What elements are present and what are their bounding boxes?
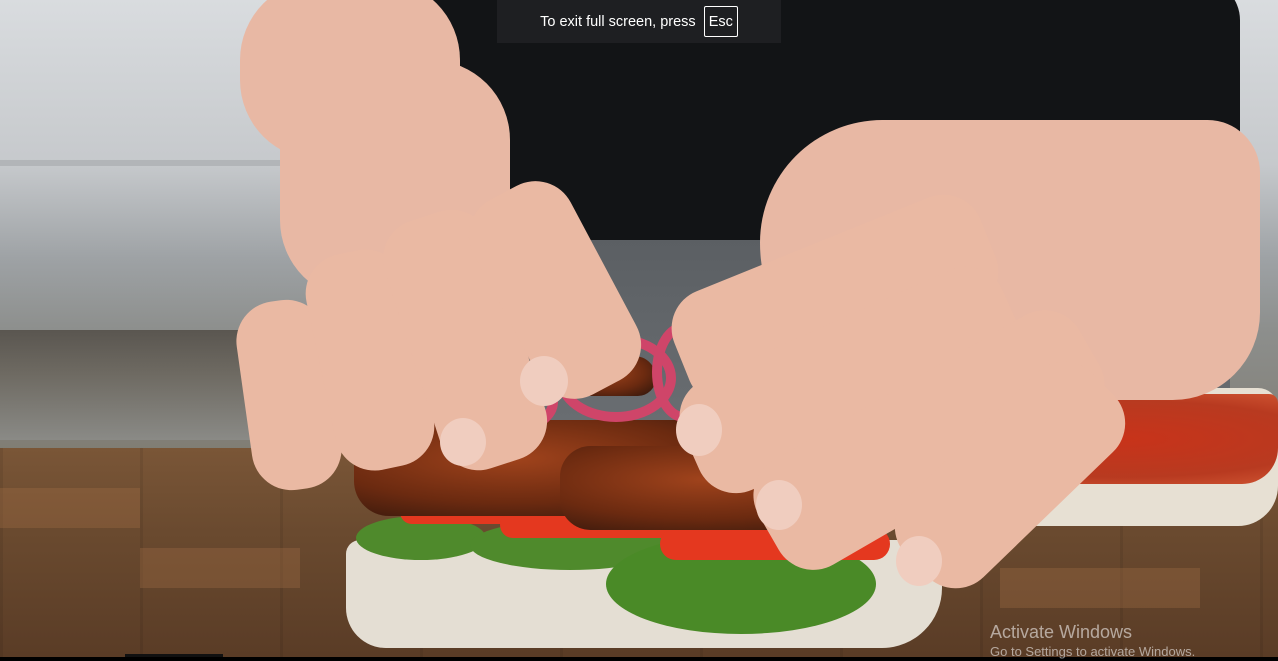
activate-windows-watermark: Activate Windows Go to Settings to activ… — [990, 621, 1195, 661]
wall-seam — [0, 160, 300, 166]
fingernail — [896, 536, 942, 586]
video-player[interactable] — [0, 0, 1278, 657]
watermark-title: Activate Windows — [990, 622, 1133, 642]
fingernail — [676, 404, 722, 456]
esc-key-badge: Esc — [703, 6, 738, 37]
watermark-subtitle: Go to Settings to activate Windows. — [990, 644, 1196, 659]
fingernail — [520, 356, 568, 406]
fullscreen-notice-text: To exit full screen, press — [540, 13, 696, 30]
left-wrist — [240, 0, 460, 160]
fullscreen-exit-notice: To exit full screen, press Esc — [497, 0, 781, 43]
fingernail — [756, 480, 802, 530]
fingernail — [440, 418, 486, 466]
